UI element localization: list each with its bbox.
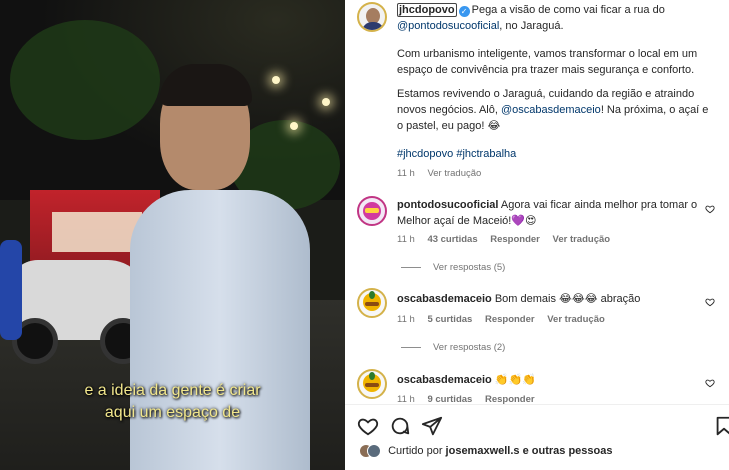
comment-avatar[interactable]: [357, 288, 387, 318]
comment-avatar[interactable]: [357, 196, 387, 226]
reel-video[interactable]: e a ideia da gente é criar aqui um espaç…: [0, 0, 345, 470]
verified-icon: ✓: [458, 6, 470, 17]
heart-icon[interactable]: [357, 415, 379, 437]
comment-text: oscabasdemaceio 👏👏👏: [397, 372, 697, 388]
caption-time: 11 h: [397, 168, 415, 179]
comment-reply-button[interactable]: Responder: [490, 234, 540, 245]
comment-likes[interactable]: 5 curtidas: [427, 314, 472, 325]
bookmark-icon[interactable]: [713, 415, 729, 437]
comment-reply-button[interactable]: Responder: [485, 314, 535, 325]
comment-likes[interactable]: 43 curtidas: [427, 234, 477, 245]
comment-translate-button[interactable]: Ver tradução: [553, 234, 611, 245]
video-subtitle-line-1: e a ideia da gente é criar: [84, 382, 261, 399]
share-icon[interactable]: [421, 415, 443, 437]
video-subtitle-line-2: aqui um espaço de: [104, 404, 241, 421]
replies-divider: [401, 266, 421, 268]
comment-time: 11 h: [397, 234, 415, 245]
video-street-light: [290, 122, 298, 130]
video-person-hair: [160, 64, 252, 106]
comment-icon[interactable]: [389, 415, 411, 437]
caption-hashtags[interactable]: #jhcdopovo #jhctrabalha: [397, 146, 516, 162]
comment-username[interactable]: oscabasdemaceio: [397, 374, 492, 386]
comment-username[interactable]: pontodosucooficial: [397, 199, 498, 211]
comment-body: Bom demais 😂😂😂 abração: [494, 293, 641, 305]
comment-avatar[interactable]: [357, 369, 387, 399]
view-replies-label: Ver respostas (5): [433, 262, 506, 273]
comment-text: oscabasdemaceio Bom demais 😂😂😂 abração: [397, 291, 697, 307]
video-tree: [10, 20, 160, 140]
comment-text: pontodosucooficial Agora vai ficar ainda…: [397, 197, 699, 229]
liked-by-user[interactable]: josemaxwell.s: [446, 445, 520, 457]
caption-meta: 11 h Ver tradução: [397, 168, 481, 179]
view-replies-button[interactable]: Ver respostas (5): [401, 262, 505, 273]
comment-meta: 11 h 43 curtidas Responder Ver tradução: [397, 234, 610, 245]
comment-time: 11 h: [397, 314, 415, 325]
caption-paragraph-2: Com urbanismo inteligente, vamos transfo…: [397, 48, 698, 76]
replies-divider: [401, 346, 421, 348]
post-caption: jhcdopovo ✓ Pega a visão de como vai ficar…: [397, 2, 717, 34]
video-street-light: [272, 76, 280, 84]
heart-icon[interactable]: [705, 204, 715, 214]
caption-paragraph-3: Estamos revivendo o Jaraguá, cuidando da…: [397, 86, 717, 134]
liked-by-summary: Curtido por josemaxwell.s e outras pesso…: [359, 444, 612, 458]
post-panel: jhcdopovo ✓ Pega a visão de como vai ficar…: [345, 0, 729, 470]
liked-by-others[interactable]: e outras pessoas: [523, 445, 613, 457]
view-replies-button[interactable]: Ver respostas (2): [401, 342, 505, 353]
post-actions: [345, 404, 729, 470]
video-street-light: [322, 98, 330, 106]
view-replies-label: Ver respostas (2): [433, 342, 506, 353]
caption-mention[interactable]: @pontodosucooficial: [397, 20, 499, 32]
caption-text-tail: , no Jaraguá.: [499, 20, 564, 32]
caption-text: Pega a visão de como vai ficar a rua do: [471, 4, 665, 16]
video-bystander: [0, 240, 22, 340]
liker-avatar: [367, 444, 381, 458]
caption-see-translation[interactable]: Ver tradução: [427, 168, 481, 179]
author-avatar[interactable]: [357, 2, 387, 32]
comment-username[interactable]: oscabasdemaceio: [397, 293, 492, 305]
video-shop-sign: [52, 212, 142, 252]
author-username[interactable]: jhcdopovo: [397, 3, 457, 17]
comment-meta: 11 h 5 curtidas Responder Ver tradução: [397, 314, 605, 325]
heart-icon[interactable]: [705, 297, 715, 307]
caption-mention-2[interactable]: @oscabasdemaceio: [501, 104, 601, 116]
video-person-shirt: [130, 190, 310, 470]
heart-icon[interactable]: [705, 378, 715, 388]
liked-by-prefix: Curtido por: [388, 444, 443, 457]
comment-translate-button[interactable]: Ver tradução: [547, 314, 605, 325]
comment-body: 👏👏👏: [494, 374, 536, 386]
